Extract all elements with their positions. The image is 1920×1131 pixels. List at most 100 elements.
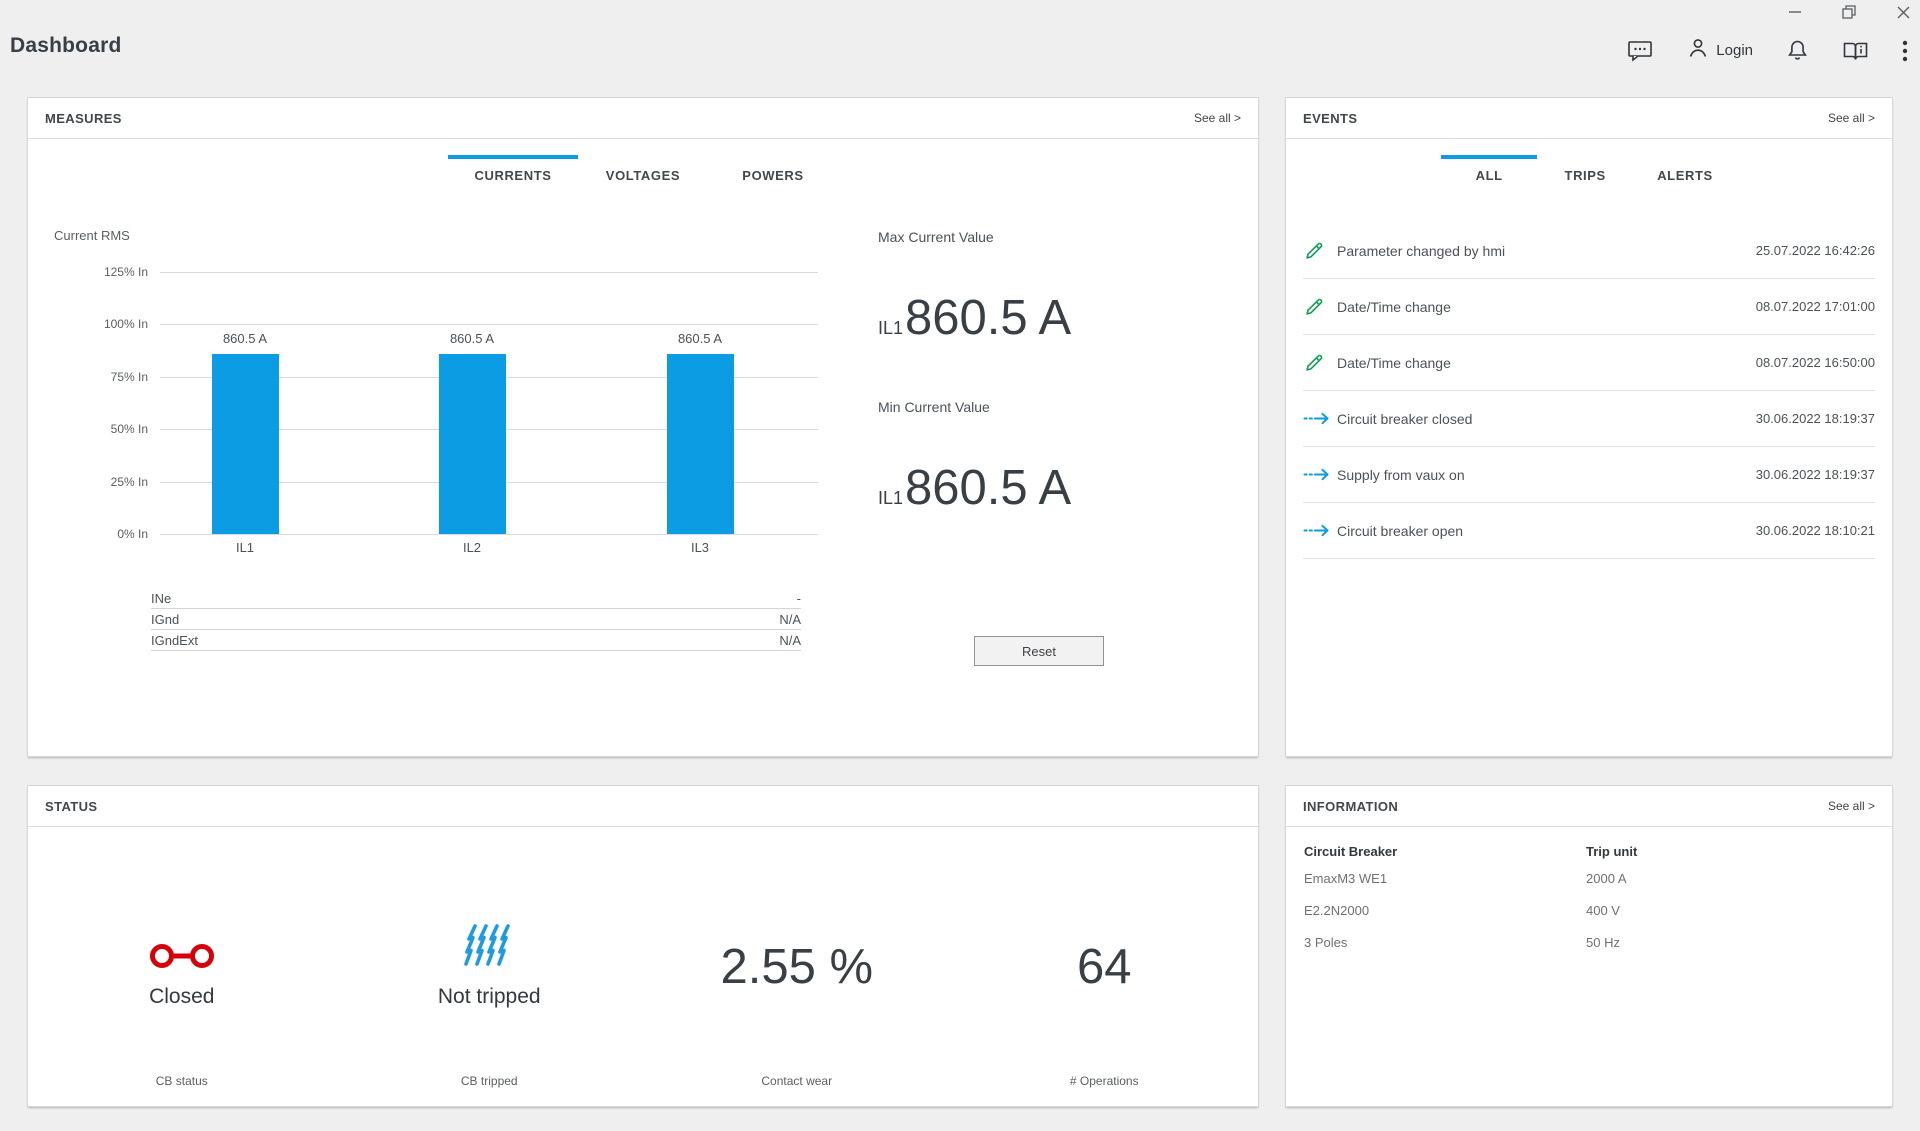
- kebab-menu-icon[interactable]: [1902, 39, 1908, 63]
- event-row[interactable]: Supply from vaux on 30.06.2022 18:19:37: [1303, 447, 1875, 503]
- y-tick-label: 75% In: [48, 370, 148, 384]
- table-row: INe -: [151, 588, 801, 609]
- tab-alerts[interactable]: ALERTS: [1633, 155, 1737, 189]
- status-body: Closed CB status Not tripped CB tripped: [28, 827, 1258, 1106]
- login-button[interactable]: Login: [1686, 36, 1753, 65]
- event-row[interactable]: Date/Time change 08.07.2022 16:50:00: [1303, 335, 1875, 391]
- event-row[interactable]: Circuit breaker open 30.06.2022 18:10:21: [1303, 503, 1875, 559]
- operations-cell: 64 # Operations: [951, 827, 1259, 1106]
- measures-panel: MEASURES See all > CURRENTS VOLTAGES POW…: [27, 97, 1259, 757]
- event-list: Parameter changed by hmi 25.07.2022 16:4…: [1286, 223, 1892, 559]
- contact-wear-value: 2.55 %: [643, 939, 951, 995]
- tab-trips[interactable]: TRIPS: [1537, 155, 1633, 189]
- cb-tripped-cell: Not tripped CB tripped: [336, 827, 644, 1106]
- dashed-arrow-icon: [1303, 412, 1333, 425]
- min-current-value: IL1860.5 A: [878, 460, 1218, 516]
- status-title: STATUS: [45, 799, 97, 814]
- x-category-label: IL3: [640, 540, 760, 555]
- min-current-phase: IL1: [878, 488, 903, 508]
- row-value: N/A: [779, 633, 801, 648]
- event-row[interactable]: Parameter changed by hmi 25.07.2022 16:4…: [1303, 223, 1875, 279]
- y-tick-label: 100% In: [48, 317, 148, 331]
- event-timestamp: 25.07.2022 16:42:26: [1756, 243, 1875, 258]
- info-value: E2.2N2000: [1304, 903, 1397, 918]
- trip-unit-heading: Trip unit: [1586, 844, 1637, 859]
- manual-book-icon[interactable]: [1842, 39, 1869, 63]
- information-panel: INFORMATION See all > Circuit Breaker Em…: [1285, 785, 1893, 1107]
- information-title: INFORMATION: [1303, 799, 1398, 814]
- contact-wear-cell: 2.55 % Contact wear: [643, 827, 951, 1106]
- events-header: EVENTS See all >: [1286, 98, 1892, 139]
- information-header: INFORMATION See all >: [1286, 786, 1892, 827]
- contact-wear-label: Contact wear: [643, 1074, 951, 1088]
- measures-see-all-link[interactable]: See all >: [1194, 111, 1241, 125]
- tab-voltages[interactable]: VOLTAGES: [578, 155, 708, 189]
- bar-value-label: 860.5 A: [640, 331, 760, 346]
- measures-header: MEASURES See all >: [28, 98, 1258, 139]
- dashed-arrow-icon: [1303, 468, 1333, 481]
- cb-tripped-value: Not tripped: [336, 985, 644, 1009]
- min-current-label: Min Current Value: [878, 399, 1218, 415]
- bar-value-label: 860.5 A: [185, 331, 305, 346]
- bar-il3: [667, 354, 734, 534]
- page-title: Dashboard: [10, 34, 122, 58]
- tab-all[interactable]: ALL: [1441, 155, 1537, 189]
- events-tabs: ALL TRIPS ALERTS: [1286, 155, 1892, 189]
- info-value: 50 Hz: [1586, 935, 1637, 950]
- trip-unit-column: Trip unit 2000 A 400 V 50 Hz: [1586, 844, 1637, 967]
- table-row: IGndExt N/A: [151, 630, 801, 651]
- event-row[interactable]: Date/Time change 08.07.2022 17:01:00: [1303, 279, 1875, 335]
- info-value: EmaxM3 WE1: [1304, 871, 1397, 886]
- event-timestamp: 30.06.2022 18:19:37: [1756, 411, 1875, 426]
- tab-currents[interactable]: CURRENTS: [448, 155, 578, 189]
- cb-tripped-label: CB tripped: [336, 1074, 644, 1088]
- event-timestamp: 08.07.2022 16:50:00: [1756, 355, 1875, 370]
- x-category-label: IL1: [185, 540, 305, 555]
- current-rms-bar-chart: 125% In 100% In 75% In 50% In 25% In 0% …: [160, 272, 818, 534]
- row-label: IGndExt: [151, 633, 198, 648]
- minimize-button[interactable]: [1786, 4, 1804, 20]
- reset-button[interactable]: Reset: [974, 636, 1104, 666]
- gridline: [160, 324, 818, 325]
- info-value: 2000 A: [1586, 871, 1637, 886]
- bar-il1: [212, 354, 279, 534]
- window-controls: [1786, 4, 1912, 20]
- event-row[interactable]: Circuit breaker closed 30.06.2022 18:19:…: [1303, 391, 1875, 447]
- circuit-breaker-heading: Circuit Breaker: [1304, 844, 1397, 859]
- max-current-phase: IL1: [878, 318, 903, 338]
- pencil-icon: [1303, 296, 1333, 318]
- y-tick-label: 50% In: [48, 422, 148, 436]
- events-title: EVENTS: [1303, 111, 1357, 126]
- information-see-all-link[interactable]: See all >: [1828, 799, 1875, 813]
- cb-status-cell: Closed CB status: [28, 827, 336, 1106]
- restore-button[interactable]: [1840, 4, 1858, 20]
- bar-il2: [439, 354, 506, 534]
- ground-currents-table: INe - IGnd N/A IGndExt N/A: [151, 588, 801, 651]
- chart-title: Current RMS: [54, 228, 130, 243]
- events-see-all-link[interactable]: See all >: [1828, 111, 1875, 125]
- info-value: 3 Poles: [1304, 935, 1397, 950]
- row-value: N/A: [779, 612, 801, 627]
- min-current-amount: 860.5 A: [905, 461, 1071, 515]
- pencil-icon: [1303, 352, 1333, 374]
- event-label: Circuit breaker open: [1333, 523, 1756, 539]
- event-label: Date/Time change: [1333, 355, 1756, 371]
- user-icon: [1686, 36, 1710, 65]
- info-value: 400 V: [1586, 903, 1637, 918]
- x-category-label: IL2: [412, 540, 532, 555]
- operations-label: # Operations: [951, 1074, 1259, 1088]
- event-label: Circuit breaker closed: [1333, 411, 1756, 427]
- measures-tabs: CURRENTS VOLTAGES POWERS: [28, 155, 1258, 189]
- circuit-breaker-column: Circuit Breaker EmaxM3 WE1 E2.2N2000 3 P…: [1304, 844, 1397, 967]
- measures-title: MEASURES: [45, 111, 122, 126]
- operations-value: 64: [951, 939, 1259, 995]
- close-icon[interactable]: [1894, 4, 1912, 20]
- gridline: [160, 534, 818, 535]
- max-current-amount: 860.5 A: [905, 291, 1071, 345]
- table-row: IGnd N/A: [151, 609, 801, 630]
- cb-status-label: CB status: [28, 1074, 336, 1088]
- tab-powers[interactable]: POWERS: [708, 155, 838, 189]
- event-timestamp: 30.06.2022 18:10:21: [1756, 523, 1875, 538]
- chat-icon[interactable]: [1627, 39, 1653, 63]
- notifications-bell-icon[interactable]: [1786, 38, 1809, 63]
